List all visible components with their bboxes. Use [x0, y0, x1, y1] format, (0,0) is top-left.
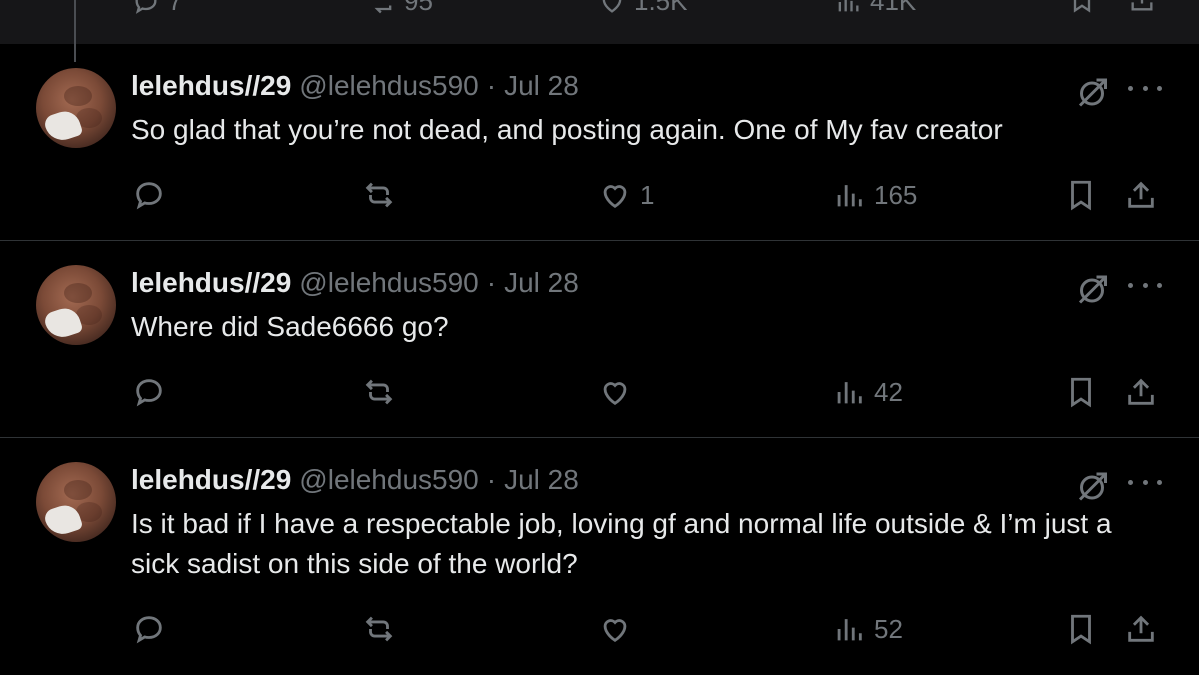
- tweet-text: So glad that you’re not dead, and postin…: [131, 114, 1003, 145]
- share-icon: [1128, 181, 1154, 208]
- like-button[interactable]: [598, 612, 640, 646]
- tweet[interactable]: lelehdus//29 @lelehdus590 · Jul 28 Is it…: [0, 438, 1199, 675]
- tweet-text: Where did Sade6666 go?: [131, 311, 449, 342]
- avatar[interactable]: [36, 462, 116, 542]
- parent-like-button[interactable]: 1.5K: [598, 0, 688, 17]
- repost-icon: [365, 616, 393, 642]
- tweet[interactable]: lelehdus//29 @lelehdus590 · Jul 28 So gl…: [0, 44, 1199, 241]
- parent-reply-count: 7: [168, 0, 183, 16]
- reply-icon: [136, 616, 162, 644]
- share-button[interactable]: [1124, 375, 1158, 409]
- tweet-header: lelehdus//29 @lelehdus590 · Jul 28: [131, 267, 579, 299]
- views-icon: [837, 619, 862, 641]
- timeline: 7 95 1.5K 41K lelehdus//29 @lelehdus590: [0, 0, 1199, 675]
- parent-view-count: 41K: [870, 0, 917, 16]
- like-count: 1: [640, 179, 655, 210]
- reply-icon: [135, 0, 157, 14]
- parent-tweet-action-bar: 7 95 1.5K 41K: [0, 0, 1199, 44]
- views-button[interactable]: 52: [832, 612, 903, 646]
- repost-button[interactable]: [362, 612, 404, 646]
- user-handle[interactable]: @lelehdus590: [299, 70, 478, 102]
- repost-button[interactable]: [362, 178, 404, 212]
- avatar[interactable]: [36, 68, 116, 148]
- repost-icon: [365, 182, 393, 208]
- tweet-action-bar: 42: [0, 375, 1199, 415]
- parent-views-button[interactable]: 41K: [834, 0, 916, 17]
- bookmark-button[interactable]: [1064, 178, 1098, 212]
- repost-button[interactable]: [362, 375, 404, 409]
- grok-icon[interactable]: [1074, 468, 1110, 504]
- bookmark-icon: [1071, 377, 1091, 408]
- views-button[interactable]: 165: [832, 178, 917, 212]
- tweet-date[interactable]: Jul 28: [504, 267, 579, 299]
- more-icon[interactable]: [1128, 470, 1162, 494]
- tweet-text: Is it bad if I have a respectable job, l…: [131, 508, 1112, 579]
- views-icon: [837, 382, 862, 404]
- like-button[interactable]: [598, 375, 640, 409]
- view-count: 42: [874, 376, 903, 407]
- separator-dot: ·: [486, 267, 497, 298]
- parent-bookmark-button[interactable]: [1068, 0, 1096, 14]
- like-icon: [603, 619, 627, 643]
- views-icon: [838, 0, 859, 11]
- tweet-action-bar: 52: [0, 612, 1199, 652]
- bookmark-icon: [1071, 614, 1091, 645]
- bookmark-icon: [1071, 180, 1091, 211]
- grok-icon[interactable]: [1074, 74, 1110, 110]
- display-name[interactable]: lelehdus//29: [131, 267, 291, 299]
- tweet[interactable]: lelehdus//29 @lelehdus590 · Jul 28 Where…: [0, 241, 1199, 438]
- grok-icon[interactable]: [1074, 271, 1110, 307]
- tweet-action-bar: 1 165: [0, 178, 1199, 218]
- repost-icon: [365, 379, 393, 405]
- reply-button[interactable]: [132, 612, 174, 646]
- reply-button[interactable]: [132, 178, 174, 212]
- share-button[interactable]: [1124, 178, 1158, 212]
- reply-icon: [136, 182, 162, 210]
- share-button[interactable]: [1124, 612, 1158, 646]
- reply-icon: [136, 379, 162, 407]
- repost-icon: [374, 5, 392, 13]
- user-handle[interactable]: @lelehdus590: [299, 267, 478, 299]
- parent-repost-button[interactable]: 95: [368, 0, 433, 17]
- tweet-date[interactable]: Jul 28: [504, 464, 579, 496]
- display-name[interactable]: lelehdus//29: [131, 464, 291, 496]
- share-icon: [1128, 615, 1154, 642]
- view-count: 165: [874, 179, 918, 210]
- parent-share-button[interactable]: [1128, 0, 1156, 14]
- bookmark-icon: [1073, 0, 1091, 13]
- tweet-header: lelehdus//29 @lelehdus590 · Jul 28: [131, 464, 579, 496]
- views-button[interactable]: 42: [832, 375, 903, 409]
- more-icon[interactable]: [1128, 273, 1162, 297]
- views-icon: [837, 185, 862, 207]
- separator-dot: ·: [486, 464, 497, 495]
- view-count: 52: [874, 613, 903, 644]
- parent-reply-button[interactable]: 7: [132, 0, 182, 17]
- tweet-date[interactable]: Jul 28: [504, 70, 579, 102]
- like-button[interactable]: 1: [598, 178, 654, 212]
- like-icon: [603, 382, 627, 406]
- tweet-header: lelehdus//29 @lelehdus590 · Jul 28: [131, 70, 579, 102]
- avatar[interactable]: [36, 265, 116, 345]
- share-icon: [1131, 0, 1153, 11]
- like-icon: [603, 185, 627, 209]
- display-name[interactable]: lelehdus//29: [131, 70, 291, 102]
- bookmark-button[interactable]: [1064, 375, 1098, 409]
- bookmark-button[interactable]: [1064, 612, 1098, 646]
- reply-button[interactable]: [132, 375, 174, 409]
- user-handle[interactable]: @lelehdus590: [299, 464, 478, 496]
- parent-repost-count: 95: [404, 0, 433, 16]
- separator-dot: ·: [486, 70, 497, 101]
- more-icon[interactable]: [1128, 76, 1162, 100]
- share-icon: [1128, 378, 1154, 405]
- parent-like-count: 1.5K: [634, 0, 688, 16]
- like-icon: [602, 0, 622, 13]
